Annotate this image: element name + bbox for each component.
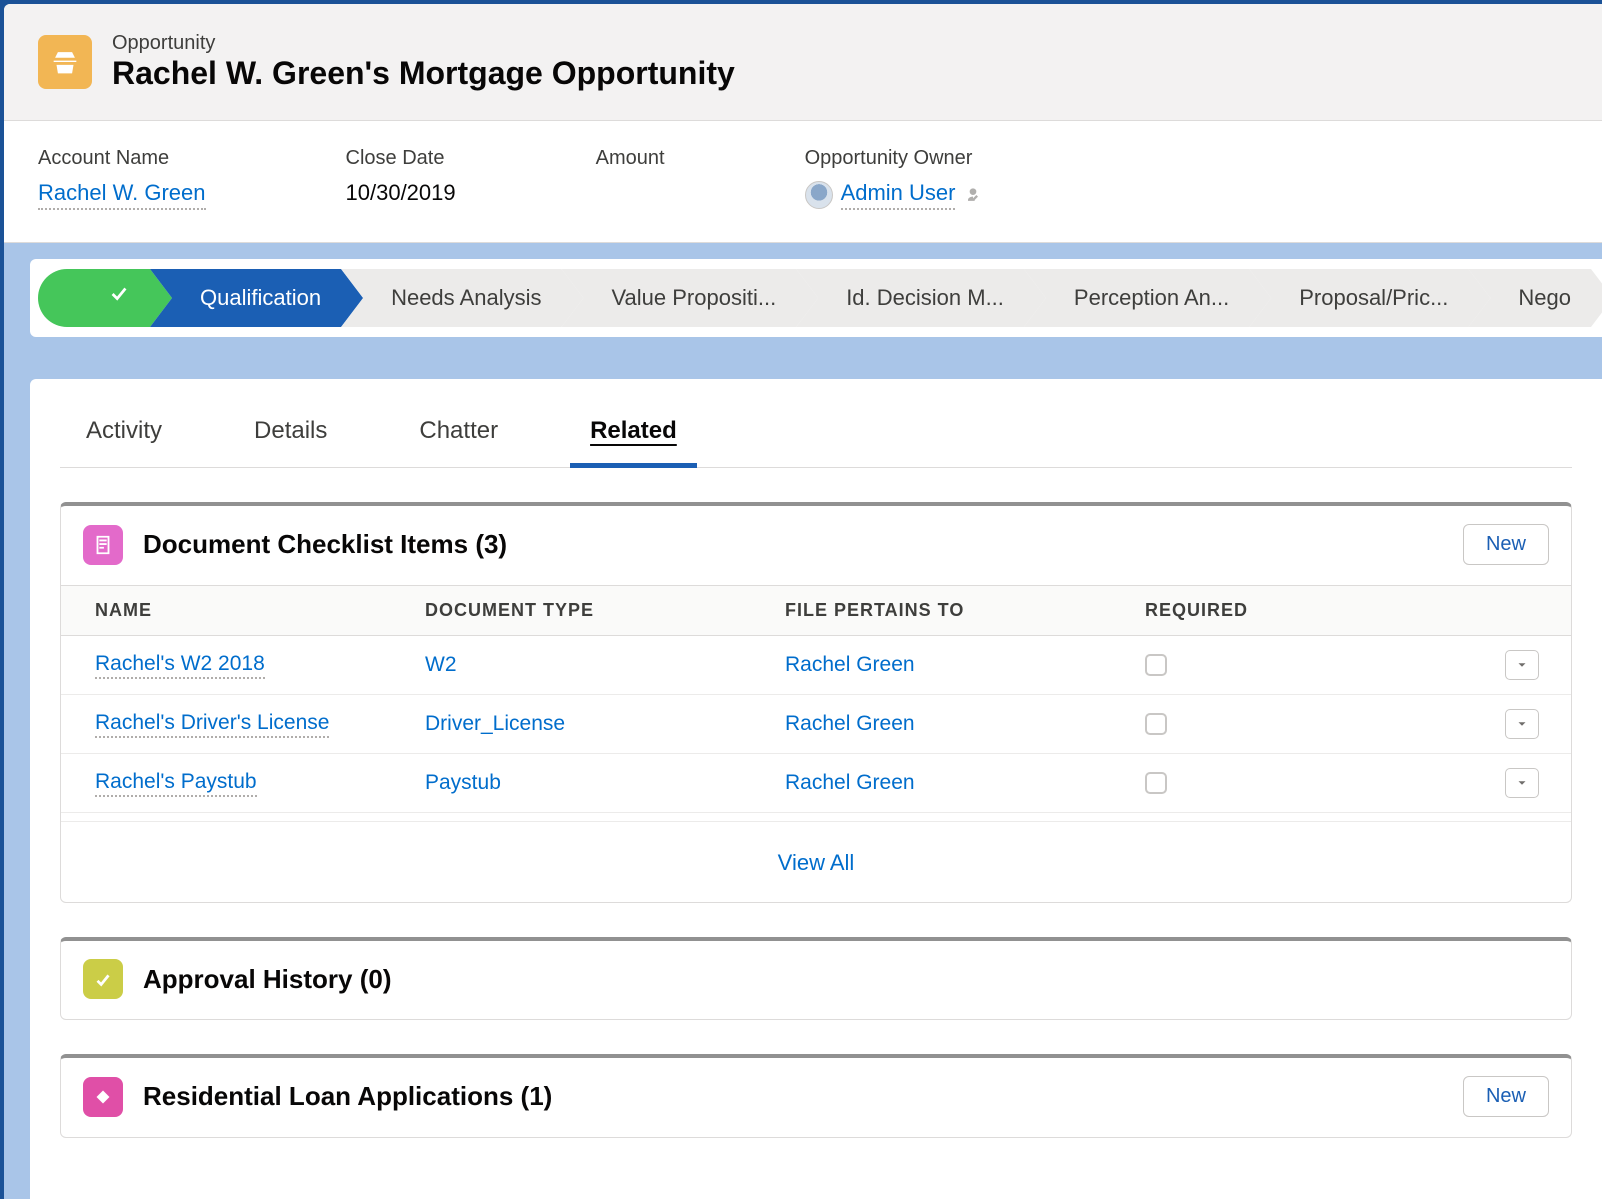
card-title: Approval History (0) <box>143 964 392 995</box>
checklist-icon <box>83 525 123 565</box>
row-pertains-link[interactable]: Rachel Green <box>785 771 1145 795</box>
field-account: Account Name Rachel W. Green <box>38 147 206 210</box>
card-title: Residential Loan Applications (1) <box>143 1081 552 1112</box>
tab-activity[interactable]: Activity <box>80 407 168 467</box>
stage-2[interactable]: Needs Analysis <box>341 269 583 327</box>
chevron-down-icon <box>1515 658 1529 672</box>
col-required: REQUIRED <box>1145 600 1505 621</box>
stage-1[interactable]: Qualification <box>150 269 363 327</box>
row-actions-menu[interactable] <box>1505 768 1539 798</box>
approval-icon <box>83 959 123 999</box>
row-pertains-link[interactable]: Rachel Green <box>785 653 1145 677</box>
account-link[interactable]: Rachel W. Green <box>38 180 206 210</box>
stage-0[interactable] <box>38 269 172 327</box>
required-checkbox <box>1145 654 1167 676</box>
stage-5[interactable]: Perception An... <box>1024 269 1271 327</box>
owner-link[interactable]: Admin User <box>841 180 956 210</box>
tab-details[interactable]: Details <box>248 407 333 467</box>
field-label: Opportunity Owner <box>805 147 984 170</box>
field-label: Account Name <box>38 147 206 170</box>
table-row: Rachel's W2 2018 W2Rachel Green <box>61 636 1571 695</box>
new-loan-button[interactable]: New <box>1463 1076 1549 1117</box>
field-label: Amount <box>596 147 665 170</box>
col-doc-type: DOCUMENT TYPE <box>425 600 785 621</box>
sales-path: QualificationNeeds AnalysisValue Proposi… <box>4 243 1602 353</box>
opportunity-icon <box>38 35 92 89</box>
tab-chatter[interactable]: Chatter <box>413 407 504 467</box>
row-actions-menu[interactable] <box>1505 709 1539 739</box>
row-doctype-link[interactable]: Driver_License <box>425 712 785 736</box>
new-checklist-button[interactable]: New <box>1463 524 1549 565</box>
field-label: Close Date <box>346 147 456 170</box>
stage-3[interactable]: Value Propositi... <box>562 269 819 327</box>
record-tabs: Activity Details Chatter Related <box>60 399 1572 468</box>
row-doctype-link[interactable]: Paystub <box>425 771 785 795</box>
highlight-fields: Account Name Rachel W. Green Close Date … <box>4 121 1602 243</box>
record-header: Opportunity Rachel W. Green's Mortgage O… <box>4 4 1602 121</box>
row-pertains-link[interactable]: Rachel Green <box>785 712 1145 736</box>
card-document-checklist: Document Checklist Items (3) New NAME DO… <box>60 502 1572 903</box>
object-label: Opportunity <box>112 32 735 55</box>
loan-app-icon <box>83 1077 123 1117</box>
row-name-link[interactable]: Rachel's Paystub <box>95 770 257 797</box>
owner-avatar-icon <box>805 181 833 209</box>
stage-6[interactable]: Proposal/Pric... <box>1249 269 1490 327</box>
change-owner-icon[interactable] <box>963 185 983 205</box>
stage-4[interactable]: Id. Decision M... <box>796 269 1046 327</box>
table-row: Rachel's Paystub PaystubRachel Green <box>61 754 1571 813</box>
row-actions-menu[interactable] <box>1505 650 1539 680</box>
card-title: Document Checklist Items (3) <box>143 529 507 560</box>
field-owner: Opportunity Owner Admin User <box>805 147 984 210</box>
required-checkbox <box>1145 713 1167 735</box>
view-all-link[interactable]: View All <box>61 821 1571 902</box>
row-doctype-link[interactable]: W2 <box>425 653 785 677</box>
field-close-date: Close Date 10/30/2019 <box>346 147 456 210</box>
chevron-down-icon <box>1515 776 1529 790</box>
col-pertains: FILE PERTAINS TO <box>785 600 1145 621</box>
close-date-value: 10/30/2019 <box>346 180 456 206</box>
record-title: Rachel W. Green's Mortgage Opportunity <box>112 55 735 92</box>
check-icon <box>108 283 130 305</box>
row-name-link[interactable]: Rachel's W2 2018 <box>95 652 265 679</box>
table-header: NAME DOCUMENT TYPE FILE PERTAINS TO REQU… <box>61 585 1571 636</box>
chevron-down-icon <box>1515 717 1529 731</box>
row-name-link[interactable]: Rachel's Driver's License <box>95 711 329 738</box>
card-approval-history: Approval History (0) <box>60 937 1572 1020</box>
table-row: Rachel's Driver's License Driver_LicenseR… <box>61 695 1571 754</box>
col-name: NAME <box>95 600 425 621</box>
card-loan-applications: Residential Loan Applications (1) New <box>60 1054 1572 1138</box>
tab-related[interactable]: Related <box>584 407 683 467</box>
required-checkbox <box>1145 772 1167 794</box>
field-amount: Amount <box>596 147 665 210</box>
